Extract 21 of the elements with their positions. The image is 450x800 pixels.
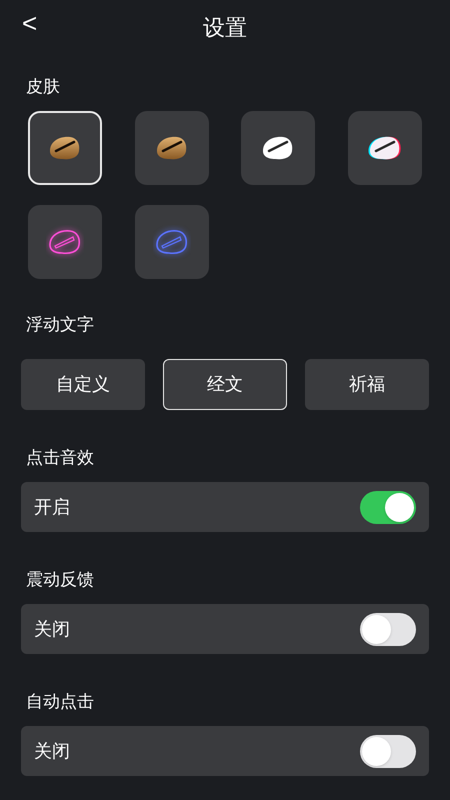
section-label: 点击音效 [26, 447, 94, 470]
section-label: 浮动文字 [26, 314, 94, 336]
toggle-switch[interactable] [360, 612, 416, 646]
section-label: 皮肤 [26, 76, 60, 98]
skin-option[interactable] [28, 111, 102, 185]
text-option[interactable]: 自定义 [21, 359, 145, 410]
back-button[interactable]: < [18, 10, 42, 36]
skin-option[interactable] [28, 205, 102, 279]
skin-option[interactable] [348, 111, 422, 185]
text-option[interactable]: 经文 [163, 359, 287, 410]
toggle-switch[interactable] [360, 734, 416, 768]
toggle-state-label: 开启 [34, 496, 70, 518]
toggle-state-label: 关闭 [34, 618, 70, 640]
text-option[interactable]: 祈福 [305, 359, 429, 410]
skin-option[interactable] [241, 111, 315, 185]
skin-option[interactable] [134, 111, 208, 185]
section-label: 震动反馈 [26, 569, 94, 592]
section-label: 自动点击 [26, 691, 94, 714]
toggle-state-label: 关闭 [34, 740, 70, 762]
page-title: 设置 [203, 14, 247, 42]
toggle-switch[interactable] [360, 490, 416, 524]
